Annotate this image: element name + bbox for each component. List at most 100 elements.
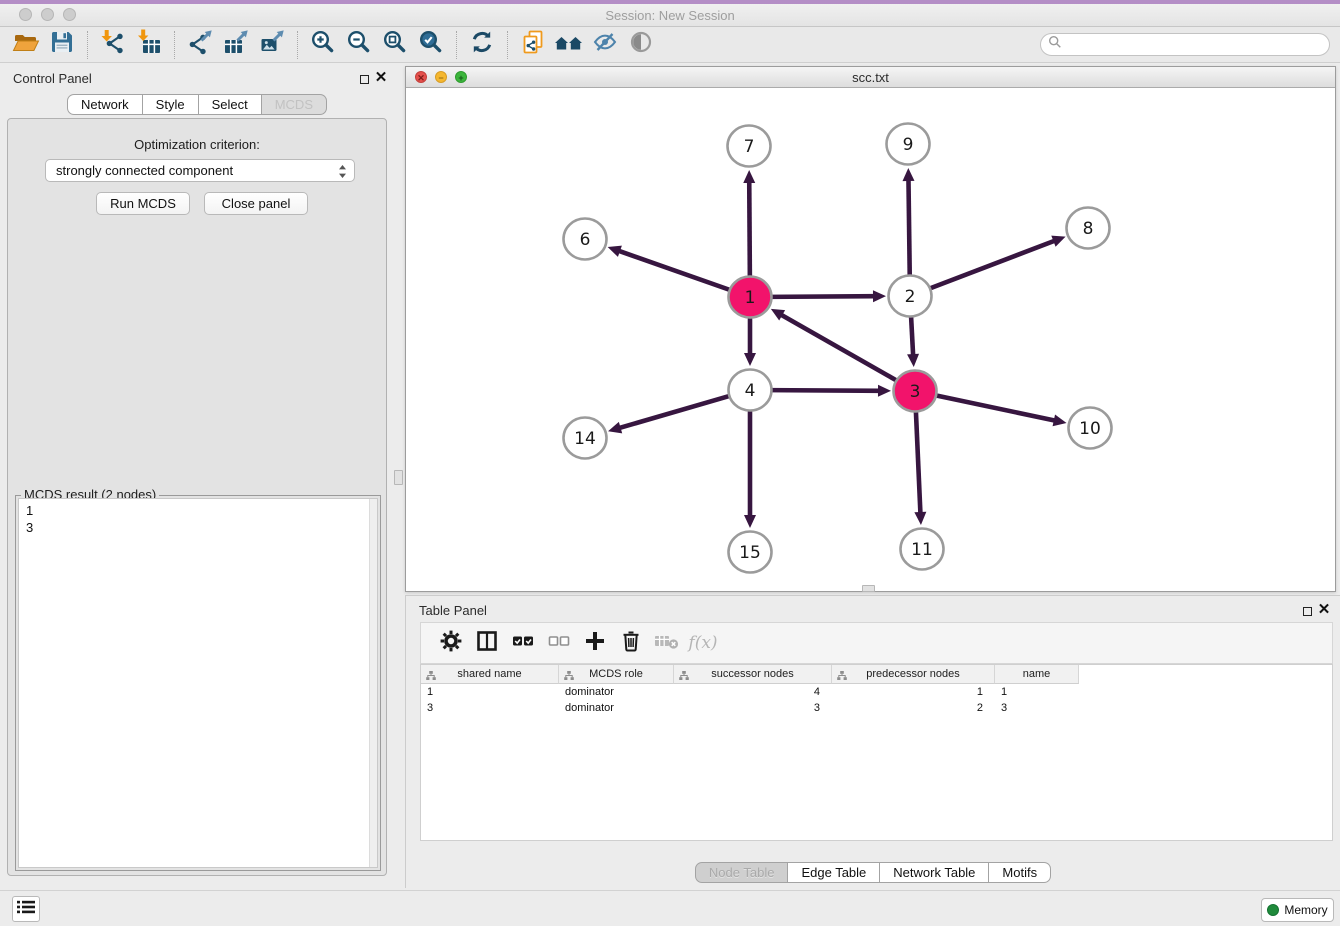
import-table-button[interactable] xyxy=(131,29,167,61)
table-header-row: shared name MCDS role successor nodesprede… xyxy=(421,665,1332,684)
table-panel-tab-edge-table[interactable]: Edge Table xyxy=(788,862,880,883)
gear-button[interactable] xyxy=(433,626,469,660)
clone-documents-button[interactable] xyxy=(515,29,551,61)
graph-node-6[interactable]: 6 xyxy=(564,219,607,260)
search-field[interactable] xyxy=(1040,33,1330,56)
eye-contrast-button[interactable] xyxy=(623,29,659,61)
graph-node-14[interactable]: 14 xyxy=(564,418,607,459)
zoom-out-button[interactable] xyxy=(341,29,377,61)
table-panel-tab-motifs[interactable]: Motifs xyxy=(989,862,1051,883)
network-canvas[interactable]: 1 2 3 4 6 7 8 9 10 11 14 15 xyxy=(406,88,1335,591)
column-header-predecessor-nodes[interactable]: predecessor nodes xyxy=(832,665,995,684)
table-panel-tab-network-table[interactable]: Network Table xyxy=(880,862,989,883)
toolbar-divider xyxy=(297,31,298,59)
graph-node-2[interactable]: 2 xyxy=(889,276,932,317)
column-header-shared-name[interactable]: shared name xyxy=(421,665,559,684)
export-image-button[interactable] xyxy=(254,29,290,61)
edge-2-8[interactable] xyxy=(929,236,1066,289)
table-cell[interactable]: 3 xyxy=(421,700,559,716)
table-cell[interactable]: 3 xyxy=(995,700,1079,716)
graph-node-8[interactable]: 8 xyxy=(1067,208,1110,249)
svg-text:3: 3 xyxy=(910,382,921,402)
table-cell[interactable]: 3 xyxy=(674,700,832,716)
graph-node-7[interactable]: 7 xyxy=(728,126,771,167)
edge-4-3[interactable] xyxy=(770,385,891,397)
control-panel-tab-network[interactable]: Network xyxy=(67,94,143,115)
table-cell[interactable]: 4 xyxy=(674,684,832,700)
table-cell[interactable]: 1 xyxy=(421,684,559,700)
table-cell[interactable]: dominator xyxy=(559,700,674,716)
zoom-in-button[interactable] xyxy=(305,29,341,61)
list-icon xyxy=(17,900,35,919)
graph-node-4[interactable]: 4 xyxy=(729,370,772,411)
edge-3-11[interactable] xyxy=(914,411,926,525)
table-cell[interactable]: 2 xyxy=(832,700,995,716)
zoom-selected-button[interactable] xyxy=(413,29,449,61)
mcds-panel: Optimization criterion: strongly connect… xyxy=(7,118,387,876)
control-panel-tab-select[interactable]: Select xyxy=(199,94,262,115)
column-header-label: MCDS role xyxy=(589,668,643,680)
trash-button[interactable] xyxy=(613,626,649,660)
unchecked-boxes-icon xyxy=(547,629,571,658)
horizontal-split-handle[interactable] xyxy=(862,585,875,592)
criterion-dropdown[interactable]: strongly connected component xyxy=(45,159,355,182)
table-cell[interactable]: 1 xyxy=(832,684,995,700)
close-panel-button[interactable]: Close panel xyxy=(204,192,308,215)
graph-node-3[interactable]: 3 xyxy=(894,371,937,412)
table-cell[interactable]: dominator xyxy=(559,684,674,700)
table-panel: Table Panel ✕ f(x) shared nameMCDS roles… xyxy=(405,595,1340,888)
memory-button[interactable]: Memory xyxy=(1261,898,1334,922)
table-row[interactable]: 3dominator323 xyxy=(421,700,1332,716)
edge-4-15[interactable] xyxy=(744,410,756,528)
table-row[interactable]: 1dominator411 xyxy=(421,684,1332,700)
plus-button[interactable] xyxy=(577,626,613,660)
graph-node-9[interactable]: 9 xyxy=(887,124,930,165)
import-network-button[interactable] xyxy=(95,29,131,61)
graph-node-15[interactable]: 15 xyxy=(729,532,772,573)
column-header-successor-nodes[interactable]: successor nodes xyxy=(674,665,832,684)
save-session-button[interactable] xyxy=(44,29,80,61)
edge-1-4[interactable] xyxy=(744,317,756,366)
table-panel-close-button[interactable]: ✕ xyxy=(1317,603,1331,617)
graph-node-11[interactable]: 11 xyxy=(901,529,944,570)
zoom-fit-icon xyxy=(382,29,408,60)
svg-text:6: 6 xyxy=(580,230,591,250)
refresh-button[interactable] xyxy=(464,29,500,61)
task-history-button[interactable] xyxy=(12,896,40,922)
edge-4-14[interactable] xyxy=(608,396,731,434)
control-panel-close-button[interactable]: ✕ xyxy=(374,71,388,85)
edge-1-2[interactable] xyxy=(770,290,886,302)
control-panel-float-button[interactable] xyxy=(358,73,370,85)
graph-node-10[interactable]: 10 xyxy=(1069,408,1112,449)
table-cell[interactable]: 1 xyxy=(995,684,1079,700)
graph-node-1[interactable]: 1 xyxy=(729,277,772,318)
search-input[interactable] xyxy=(1062,36,1329,54)
edge-2-3[interactable] xyxy=(907,316,919,367)
zoom-fit-button[interactable] xyxy=(377,29,413,61)
column-header-name[interactable]: name xyxy=(995,665,1079,684)
edge-1-6[interactable] xyxy=(608,246,731,291)
export-table-icon xyxy=(223,29,249,60)
edge-2-9[interactable] xyxy=(902,168,914,276)
double-home-button[interactable] xyxy=(551,29,587,61)
run-mcds-button[interactable]: Run MCDS xyxy=(96,192,190,215)
control-panel-tab-mcds[interactable]: MCDS xyxy=(262,94,327,115)
edge-3-1[interactable] xyxy=(771,309,898,381)
export-table-button[interactable] xyxy=(218,29,254,61)
table-panel-tab-node-table[interactable]: Node Table xyxy=(695,862,789,883)
open-file-button[interactable] xyxy=(8,29,44,61)
column-header-MCDS-role[interactable]: MCDS role xyxy=(559,665,674,684)
split-columns-button[interactable] xyxy=(469,626,505,660)
vertical-split-handle[interactable] xyxy=(394,470,403,485)
checked-boxes-button[interactable] xyxy=(505,626,541,660)
control-panel-tab-style[interactable]: Style xyxy=(143,94,199,115)
edge-1-7[interactable] xyxy=(743,170,755,277)
unchecked-boxes-button[interactable] xyxy=(541,626,577,660)
edge-3-10[interactable] xyxy=(935,395,1067,426)
eye-slash-icon xyxy=(592,29,618,60)
eye-slash-button[interactable] xyxy=(587,29,623,61)
export-network-button[interactable] xyxy=(182,29,218,61)
result-scrollbar[interactable] xyxy=(369,499,377,867)
table-panel-float-button[interactable] xyxy=(1301,605,1313,617)
mcds-result-textarea[interactable]: 13 xyxy=(18,498,378,868)
